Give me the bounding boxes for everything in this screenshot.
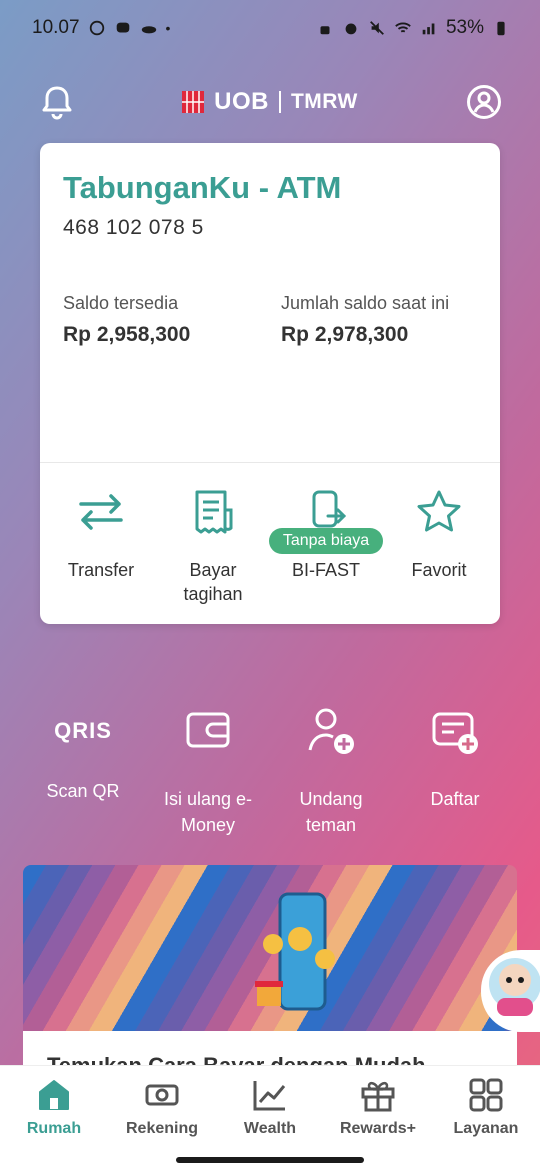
chat-icon (116, 22, 129, 33)
nav-rewards[interactable]: Rewards+ (324, 1078, 432, 1138)
transfer-button[interactable]: Transfer (46, 488, 156, 582)
bi-fast-label: BI-FAST (291, 560, 360, 580)
lock-icon (320, 26, 330, 35)
promo-banner[interactable]: Temukan Cara Bayar dengan Mudah (23, 865, 517, 1085)
wallet-icon (186, 712, 230, 748)
cash-icon (145, 1084, 179, 1106)
battery-icon (497, 21, 505, 36)
nav-wealth-label: Wealth (243, 1120, 297, 1137)
phone-promo-illustration (255, 892, 335, 1011)
logo-divider (278, 91, 281, 113)
mute-icon (370, 21, 384, 35)
grid-icon (469, 1078, 503, 1112)
account-number: 468 102 078 5 (63, 216, 204, 239)
wifi-icon (395, 22, 411, 33)
star-icon (417, 490, 461, 532)
invite-friends-button[interactable]: Undang teman (272, 706, 390, 838)
uob-mark-icon (182, 91, 205, 113)
register-button[interactable]: Daftar (396, 706, 514, 812)
available-balance-label: Saldo tersedia (63, 293, 179, 313)
account-card[interactable]: TabunganKu - ATM 468 102 078 5 Saldo ter… (40, 143, 500, 624)
cloud-icon (141, 26, 156, 34)
uob-tmrw-logo: UOB TMRW (182, 88, 358, 116)
pay-bill-button[interactable]: Bayar tagihan (158, 488, 268, 606)
chart-line-icon (253, 1081, 286, 1111)
whatsapp-icon (89, 20, 104, 36)
nav-home[interactable]: Rumah (0, 1078, 108, 1138)
register-label: Daftar (430, 789, 480, 809)
card-divider (40, 462, 500, 463)
app-header: UOB TMRW (0, 76, 540, 128)
assistant-mascot-button[interactable] (481, 950, 540, 1032)
qris-icon: QRIS (54, 718, 112, 743)
favorite-button[interactable]: Favorit (384, 488, 494, 582)
current-balance-value: Rp 2,978,300 (281, 323, 409, 346)
nav-services[interactable]: Layanan (432, 1078, 540, 1138)
battery-percent: 53% (445, 17, 484, 38)
robot-mascot-icon (489, 958, 540, 1016)
transfer-arrows-icon (79, 494, 123, 530)
free-fee-badge: Tanpa biaya (269, 528, 383, 554)
bottom-navigation: Rumah Rekening Wealth Rewards+ Layanan (0, 1065, 540, 1150)
available-balance-value: Rp 2,958,300 (63, 323, 191, 346)
status-bar: 10.07 • 53% (0, 0, 540, 56)
add-user-icon (308, 708, 354, 754)
nav-wealth[interactable]: Wealth (216, 1078, 324, 1138)
home-indicator[interactable] (176, 1157, 364, 1163)
alarm-icon (345, 23, 357, 35)
nav-accounts-label: Rekening (125, 1120, 198, 1137)
nav-home-label: Rumah (26, 1120, 82, 1137)
receipt-icon (195, 490, 233, 534)
nav-rewards-label: Rewards+ (339, 1120, 417, 1137)
status-time: 10.07 (32, 17, 80, 38)
home-icon (39, 1080, 69, 1110)
signal-icon (422, 23, 435, 35)
profile-icon[interactable] (466, 84, 502, 120)
logo-product: TMRW (290, 90, 358, 113)
gift-icon (361, 1081, 395, 1112)
nav-services-label: Layanan (453, 1120, 519, 1137)
scan-qr-button[interactable]: QRIS Scan QR (24, 706, 142, 804)
bell-icon[interactable] (40, 84, 74, 120)
pay-bill-label: Bayar tagihan (183, 560, 243, 604)
invite-friends-label: Undang teman (299, 789, 363, 835)
nav-accounts[interactable]: Rekening (108, 1078, 216, 1138)
card-add-icon (432, 712, 478, 754)
top-up-emoney-label: Isi ulang e-Money (163, 789, 253, 835)
account-name: TabunganKu - ATM (63, 170, 342, 205)
current-balance-label: Jumlah saldo saat ini (281, 293, 450, 313)
transfer-label: Transfer (67, 560, 135, 580)
scan-qr-label: Scan QR (46, 781, 120, 801)
logo-brand: UOB (214, 88, 269, 115)
more-notifications-dot: • (165, 20, 171, 36)
top-up-emoney-button[interactable]: Isi ulang e-Money (149, 706, 267, 838)
favorite-label: Favorit (411, 560, 467, 580)
